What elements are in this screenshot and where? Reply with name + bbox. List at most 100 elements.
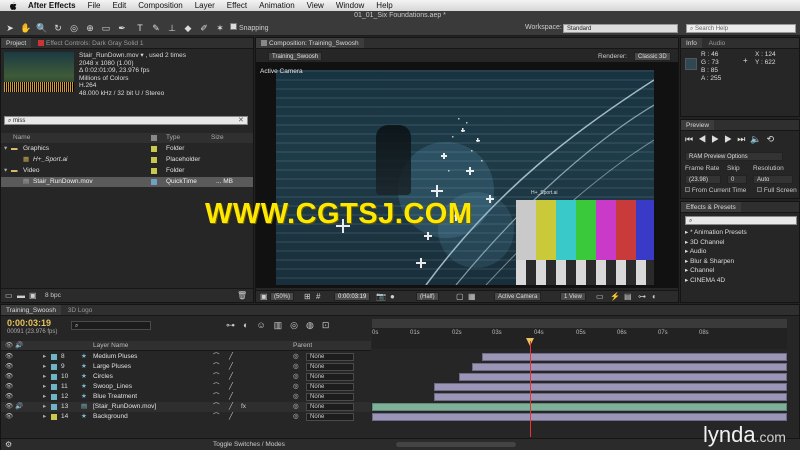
effects-item[interactable]: ▸ 3D Channel (685, 238, 747, 248)
keyframes-icon[interactable]: ⊡ (322, 320, 338, 330)
time-ruler[interactable]: 0s 01s 02s 03s 04s 05s 06s 07s 08s (372, 319, 787, 349)
fx-switch-icon[interactable]: fx (241, 402, 246, 412)
layer-label-swatch[interactable] (51, 374, 57, 380)
menu-help[interactable]: Help (370, 1, 398, 10)
menu-app-name[interactable]: After Effects (22, 1, 82, 10)
menu-effect[interactable]: Effect (221, 1, 253, 10)
parent-select[interactable]: None (306, 393, 354, 401)
eye-icon[interactable]: 👁 (5, 392, 13, 402)
quality-switch-icon[interactable]: ╱ (229, 382, 233, 392)
first-frame-icon[interactable]: ⏮ (685, 134, 698, 144)
tab-composition[interactable]: Composition: Training_Swoosh (256, 38, 364, 48)
effects-item[interactable]: ▸ Channel (685, 266, 747, 276)
expand-triangle-icon[interactable]: ▸ (43, 412, 46, 422)
from-current-time-option[interactable]: From Current Time (685, 187, 746, 194)
quality-switch-icon[interactable]: ╱ (229, 402, 233, 412)
zoom-tool-icon[interactable]: 🔍 (36, 22, 48, 34)
shy-switch-icon[interactable]: ⌒ (213, 392, 220, 402)
eye-icon[interactable]: 👁 (5, 412, 13, 422)
loop-icon[interactable]: ⟲ (767, 134, 780, 144)
exposure-icon[interactable]: ◐ (652, 292, 657, 302)
show-channel-icon[interactable]: ● (390, 292, 395, 302)
eraser-tool-icon[interactable]: ◆ (182, 22, 194, 34)
quality-switch-icon[interactable]: ╱ (229, 352, 233, 362)
safe-zones-icon[interactable]: ⊞ (304, 292, 311, 302)
frame-rate-select[interactable]: (23.98) (685, 175, 721, 184)
parent-select[interactable]: None (306, 383, 354, 391)
pickwhip-icon[interactable]: ◎ (293, 402, 299, 412)
toggle-switches-modes-button[interactable]: Toggle Switches / Modes (213, 441, 285, 448)
timeline-icon[interactable]: ▤ (624, 292, 632, 302)
eye-icon[interactable]: 👁 (5, 372, 13, 382)
timeline-search-input[interactable]: ⌕ (71, 321, 151, 330)
effects-search-input[interactable]: ⌕ (685, 216, 797, 225)
apple-logo-icon[interactable] (8, 1, 18, 11)
speaker-icon[interactable]: 🔊 (15, 402, 23, 412)
layer-label-swatch[interactable] (51, 414, 57, 420)
full-screen-option[interactable]: Full Screen (757, 187, 797, 194)
effects-item[interactable]: ▸ CINEMA 4D (685, 276, 747, 286)
comp-subtab[interactable]: Training_Swoosh (268, 52, 323, 61)
tab-effects-presets[interactable]: Effects & Presets (681, 202, 741, 212)
quality-switch-icon[interactable]: ╱ (229, 362, 233, 372)
tab-info[interactable]: Info (681, 38, 702, 48)
expand-triangle-icon[interactable]: ▸ (43, 402, 46, 412)
layer-row[interactable]: 👁 ▸ 11 ★ Swoop_Lines ⌒ ╱ ◎ None (1, 382, 371, 392)
layer-row[interactable]: 👁 ▸ 14 ★ Background ⌒ ╱ ◎ None (1, 412, 371, 422)
menu-layer[interactable]: Layer (189, 1, 221, 10)
project-item-video[interactable]: ▾ ▬ Video Folder (1, 166, 253, 176)
current-time-display[interactable]: 0:00:03:19 (334, 292, 371, 301)
previous-frame-icon[interactable]: ◀ (698, 134, 711, 144)
layer-duration-bar[interactable] (471, 363, 787, 371)
menu-composition[interactable]: Composition (132, 1, 188, 10)
skip-select[interactable]: 0 (727, 175, 747, 184)
play-icon[interactable]: ▶ (711, 134, 724, 144)
column-name[interactable]: Name (13, 133, 30, 143)
toggle-pixel-aspect-icon[interactable]: ▭ (596, 292, 604, 302)
layer-row[interactable]: 👁 🔊 ▸ 13 ▤ [Stair_RunDown.mov] ⌒ ╱ fx ◎ None (1, 402, 371, 412)
layer-duration-bar[interactable] (372, 413, 787, 421)
eye-icon[interactable]: 👁 (5, 362, 13, 372)
brush-tool-icon[interactable]: ✎ (150, 22, 162, 34)
eye-icon[interactable]: 👁 (5, 352, 13, 362)
layer-duration-bar[interactable] (434, 383, 787, 391)
region-of-interest-icon[interactable]: ▢ (456, 292, 464, 302)
layer-name[interactable]: Circles (93, 372, 113, 382)
eye-icon[interactable]: 👁 (5, 382, 13, 392)
pickwhip-icon[interactable]: ◎ (293, 372, 299, 382)
search-help-input[interactable]: ⌕ Search Help (686, 24, 796, 33)
layer-label-swatch[interactable] (51, 384, 57, 390)
comp-viewer[interactable]: H+_Sport.ai (276, 70, 654, 285)
tab-training-swoosh[interactable]: Training_Swoosh (1, 305, 61, 315)
comp-mini-flowchart-icon[interactable]: ⊶ (226, 320, 243, 330)
tab-audio[interactable]: Audio (704, 38, 731, 48)
pickwhip-icon[interactable]: ◎ (293, 382, 299, 392)
expand-triangle-icon[interactable]: ▾ (4, 144, 7, 154)
layer-name[interactable]: [Stair_RunDown.mov] (93, 402, 156, 412)
shy-switch-icon[interactable]: ⌒ (213, 412, 220, 422)
puppet-tool-icon[interactable]: ✶ (214, 22, 226, 34)
layer-name[interactable]: Swoop_Lines (93, 382, 132, 392)
camera-select[interactable]: Active Camera (494, 292, 542, 301)
layer-name[interactable]: Medium Pluses (93, 352, 137, 362)
parent-select[interactable]: None (306, 363, 354, 371)
layer-duration-bar[interactable] (434, 393, 787, 401)
project-search-input[interactable]: ⌕ miss (4, 116, 248, 125)
expand-triangle-icon[interactable]: ▸ (43, 362, 46, 372)
transparency-grid-icon[interactable]: ▦ (468, 292, 476, 302)
magnification-icon[interactable]: ▣ (260, 292, 268, 302)
workspace-select[interactable]: Standard (563, 24, 678, 33)
parent-select[interactable]: None (306, 413, 354, 421)
layer-name[interactable]: Large Pluses (93, 362, 131, 372)
type-tool-icon[interactable]: T (134, 22, 146, 34)
shy-switch-icon[interactable]: ⌒ (213, 382, 220, 392)
mute-icon[interactable]: 🔈 (750, 134, 766, 144)
parent-select[interactable]: None (306, 403, 354, 411)
menu-file[interactable]: File (82, 1, 107, 10)
menu-animation[interactable]: Animation (253, 1, 301, 10)
fast-previews-icon[interactable]: ⚡ (610, 292, 620, 302)
view-layout-select[interactable]: 1 View (560, 292, 586, 301)
column-type[interactable]: Type (166, 133, 180, 143)
project-item-graphics[interactable]: ▾ ▬ Graphics Folder (1, 144, 253, 154)
draft-3d-icon[interactable]: ◐ (243, 320, 256, 330)
